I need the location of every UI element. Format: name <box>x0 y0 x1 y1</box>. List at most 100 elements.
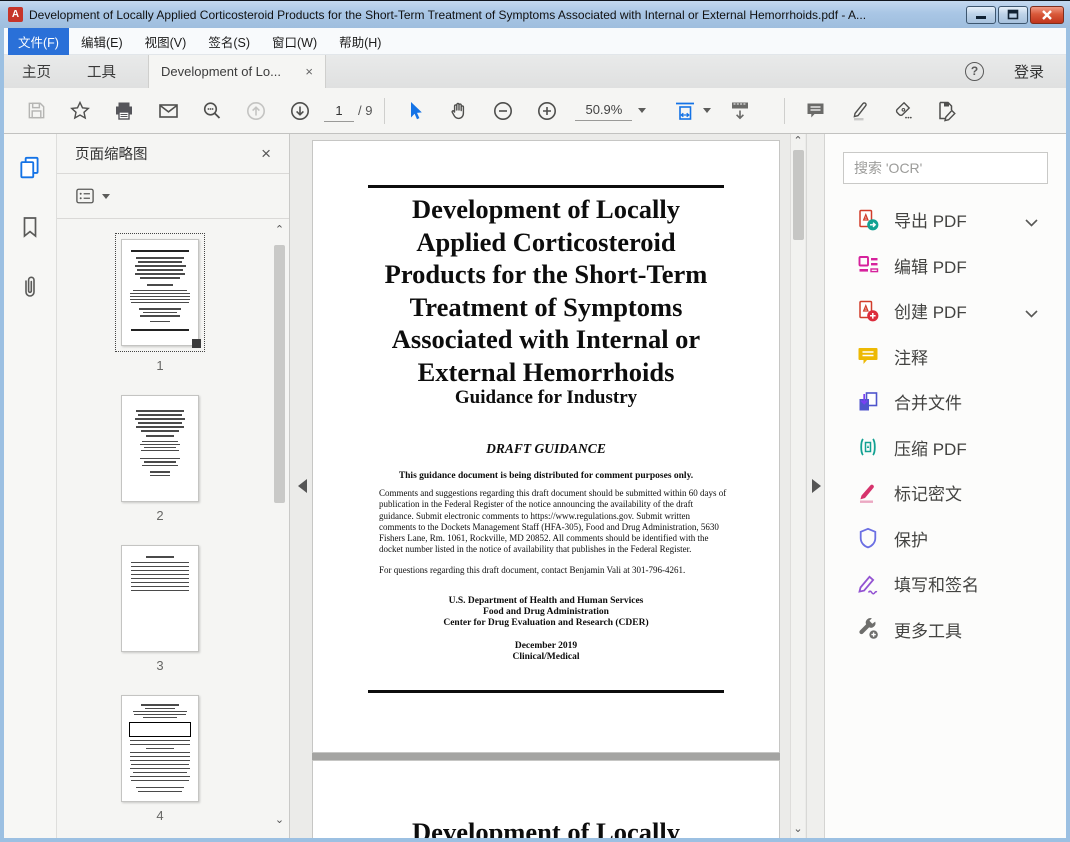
attachments-panel-button[interactable] <box>19 274 41 305</box>
tool-combine-files[interactable]: 合并文件 <box>825 379 1066 425</box>
comment-tool-button[interactable] <box>793 100 837 122</box>
chevron-down-icon[interactable] <box>1025 214 1038 232</box>
organization-block: U.S. Department of Health and Human Serv… <box>443 596 649 628</box>
print-button[interactable] <box>102 100 146 122</box>
thumbnail-resize-handle[interactable] <box>192 339 201 348</box>
menu-sign[interactable]: 签名(S) <box>198 28 260 55</box>
bookmarks-panel-button[interactable] <box>18 215 42 244</box>
pdf-page-2: Development of Locally <box>312 760 780 838</box>
tool-fill-sign[interactable]: 填写和签名 <box>825 561 1066 607</box>
tab-document[interactable]: Development of Lo... × <box>148 55 326 88</box>
page-thumbnails-panel-button[interactable] <box>17 154 43 185</box>
fill-sign-tool-button[interactable] <box>881 99 925 122</box>
menu-view[interactable]: 视图(V) <box>135 28 197 55</box>
tool-protect[interactable]: 保护 <box>825 516 1066 562</box>
tool-export-pdf[interactable]: 导出 PDF <box>825 197 1066 243</box>
date-category-block: December 2019 Clinical/Medical <box>512 641 580 662</box>
thumbnail-page-3[interactable] <box>121 545 199 652</box>
more-tools-wrench-icon <box>855 617 881 641</box>
thumbnail-options-button[interactable] <box>75 187 110 205</box>
page-down-icon <box>291 101 309 120</box>
page-count-label: / 9 <box>358 103 373 118</box>
tool-compress-pdf[interactable]: 压缩 PDF <box>825 425 1066 471</box>
page-number-input[interactable] <box>324 99 354 121</box>
sign-in-button[interactable]: 登录 <box>1014 61 1044 82</box>
tools-search-box <box>843 152 1048 184</box>
scroll-down-icon[interactable]: ⌄ <box>791 824 805 835</box>
tool-create-pdf[interactable]: 创建 PDF <box>825 288 1066 334</box>
page-thumbnails-icon <box>20 156 39 179</box>
tool-comment[interactable]: 注释 <box>825 334 1066 380</box>
find-button[interactable] <box>190 100 234 122</box>
next-page-button[interactable] <box>278 100 322 122</box>
distribution-note: This guidance document is being distribu… <box>398 471 694 481</box>
zoom-in-icon <box>538 101 557 120</box>
tab-tools[interactable]: 工具 <box>69 55 134 88</box>
thumbnail-page-4[interactable] <box>121 695 199 802</box>
zoom-out-button[interactable] <box>481 100 525 122</box>
main-area: 页面缩略图 × 1 2 3 4 ⌃ ⌄ Development of Local… <box>4 134 1066 838</box>
select-arrow-icon <box>411 101 423 119</box>
zoom-out-icon <box>494 101 513 120</box>
tool-edit-pdf[interactable]: 编辑 PDF <box>825 243 1066 289</box>
chevron-down-icon[interactable] <box>1025 305 1038 323</box>
menu-file[interactable]: 文件(F) <box>8 27 69 55</box>
highlighter-icon <box>853 102 867 121</box>
page-separator <box>312 753 780 760</box>
restore-button[interactable] <box>998 5 1028 24</box>
scroll-up-icon[interactable]: ⌃ <box>273 225 286 236</box>
scroll-down-icon[interactable]: ⌄ <box>273 815 286 826</box>
previous-page-button[interactable] <box>234 100 278 122</box>
print-icon <box>116 102 132 120</box>
menu-edit[interactable]: 编辑(E) <box>71 28 133 55</box>
thumbnails-panel-title: 页面缩略图 <box>75 147 148 163</box>
thumbnails-scrollbar-thumb[interactable] <box>274 245 285 503</box>
close-button[interactable] <box>1030 5 1064 24</box>
page-up-icon <box>247 101 265 120</box>
star-button[interactable] <box>58 100 102 122</box>
options-list-icon <box>76 188 94 204</box>
stamp-edit-tool-button[interactable] <box>925 99 969 122</box>
email-button[interactable] <box>146 100 190 122</box>
tab-home[interactable]: 主页 <box>4 55 69 88</box>
paperclip-icon <box>25 276 35 297</box>
edit-pdf-icon <box>855 253 881 277</box>
scrolling-mode-icon <box>732 102 749 119</box>
document-scrollbar[interactable]: ⌃ ⌄ <box>790 134 805 838</box>
menu-help[interactable]: 帮助(H) <box>329 28 391 55</box>
panel-close-icon[interactable]: × <box>261 144 271 164</box>
help-icon[interactable]: ? <box>964 62 984 81</box>
fountain-pen-icon <box>896 101 913 119</box>
zoom-in-button[interactable] <box>525 100 569 122</box>
menu-window[interactable]: 窗口(W) <box>262 28 327 55</box>
protect-shield-icon <box>855 526 881 550</box>
thumbnail-page-2[interactable] <box>121 395 199 502</box>
zoom-level-control[interactable]: 50.9% <box>575 100 647 121</box>
adobe-pdf-icon: A <box>8 7 23 22</box>
fit-width-button[interactable] <box>666 99 718 123</box>
document-scrollbar-thumb[interactable] <box>793 150 804 240</box>
zoom-level-value[interactable]: 50.9% <box>575 100 633 121</box>
tab-close-icon[interactable]: × <box>305 64 313 79</box>
thumbnails-scrollbar[interactable]: ⌃ ⌄ <box>273 225 286 826</box>
tool-redact[interactable]: 标记密文 <box>825 470 1066 516</box>
tool-more-tools[interactable]: 更多工具 <box>825 607 1066 653</box>
page-display-button[interactable] <box>718 99 762 123</box>
fit-width-icon <box>676 102 695 120</box>
tools-search-input[interactable] <box>844 160 1047 176</box>
thumbnail-list: 1 2 3 4 ⌃ ⌄ <box>57 219 289 836</box>
scroll-up-icon[interactable]: ⌃ <box>791 136 805 147</box>
highlight-tool-button[interactable] <box>837 99 881 122</box>
collapse-left-panel-arrow[interactable] <box>298 479 307 493</box>
comment-bubble-icon <box>807 103 824 117</box>
select-tool-button[interactable] <box>393 100 437 122</box>
document-viewport: Development of Locally Applied Corticost… <box>290 134 806 838</box>
expand-right-panel-arrow[interactable] <box>812 479 821 493</box>
tab-bar: 主页 工具 Development of Lo... × ? 登录 <box>4 55 1066 88</box>
toolbar-separator <box>384 97 386 124</box>
hand-icon <box>451 102 465 119</box>
minimize-button[interactable] <box>966 5 996 24</box>
thumbnail-page-1[interactable] <box>115 233 205 352</box>
save-button[interactable] <box>14 100 58 121</box>
hand-tool-button[interactable] <box>437 100 481 122</box>
